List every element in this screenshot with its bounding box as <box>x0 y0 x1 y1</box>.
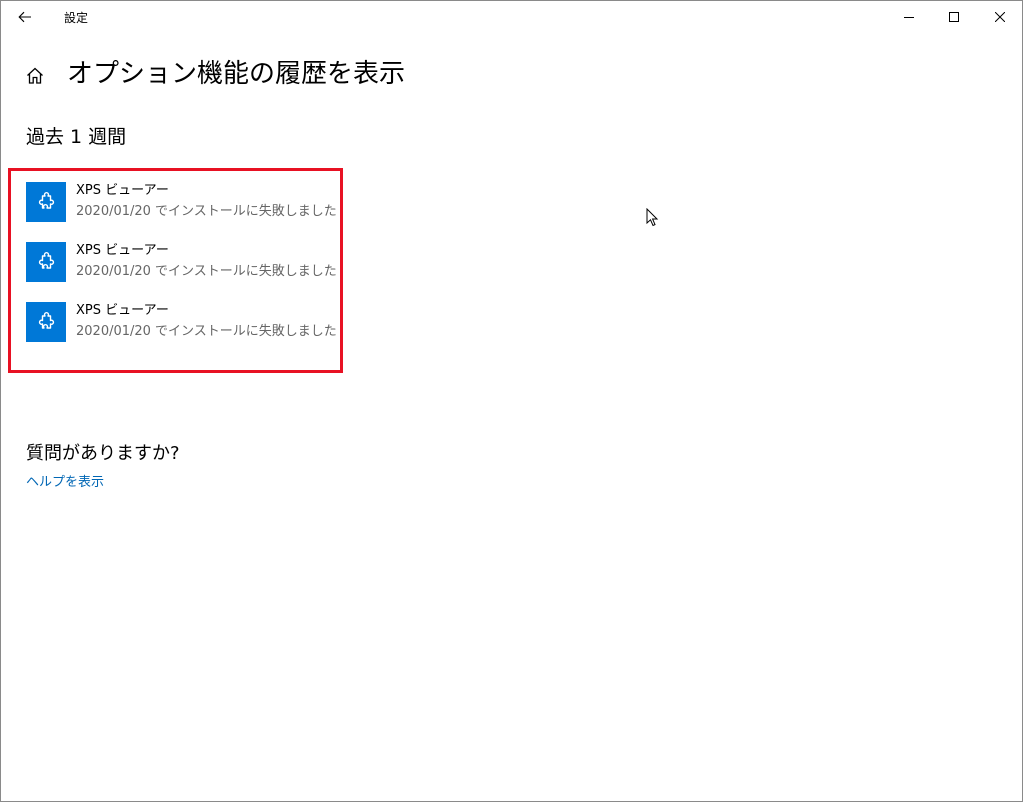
back-button[interactable] <box>5 1 45 33</box>
feature-name: XPS ビューアー <box>76 303 169 318</box>
maximize-button[interactable] <box>931 1 977 33</box>
feature-history-item[interactable]: XPS ビューアー 2020/01/20 でインストールに失敗しました <box>26 182 337 224</box>
title-bar: 設定 <box>1 1 1022 33</box>
home-icon <box>27 67 43 84</box>
page-title: オプション機能の履歴を表示 <box>67 59 406 89</box>
back-arrow-icon <box>18 11 31 23</box>
close-icon <box>995 12 1005 22</box>
feature-status: 2020/01/20 でインストールに失敗しました <box>76 204 337 219</box>
settings-window: 設定 オプション機能の履歴を表示 過去 1 週間 XPS ビューアー 2020/… <box>0 0 1023 802</box>
feature-name: XPS ビューアー <box>76 183 169 198</box>
home-button[interactable] <box>23 63 47 87</box>
feature-tile <box>26 242 66 282</box>
feature-history-item[interactable]: XPS ビューアー 2020/01/20 でインストールに失敗しました <box>26 242 337 284</box>
feature-status: 2020/01/20 でインストールに失敗しました <box>76 324 337 339</box>
puzzle-icon <box>38 192 55 209</box>
minimize-icon <box>904 17 914 18</box>
app-title: 設定 <box>64 11 89 25</box>
close-button[interactable] <box>977 1 1023 33</box>
minimize-button[interactable] <box>886 1 932 33</box>
feature-tile <box>26 182 66 222</box>
puzzle-icon <box>38 252 55 269</box>
maximize-icon <box>949 12 959 22</box>
get-help-link[interactable]: ヘルプを表示 <box>26 474 104 492</box>
feature-history-item[interactable]: XPS ビューアー 2020/01/20 でインストールに失敗しました <box>26 302 337 344</box>
mouse-cursor-icon <box>646 208 659 227</box>
feature-status: 2020/01/20 でインストールに失敗しました <box>76 264 337 279</box>
section-title: 過去 1 週間 <box>26 126 127 148</box>
feature-tile <box>26 302 66 342</box>
feature-name: XPS ビューアー <box>76 243 169 258</box>
help-heading: 質問がありますか? <box>26 443 180 464</box>
puzzle-icon <box>38 312 55 329</box>
